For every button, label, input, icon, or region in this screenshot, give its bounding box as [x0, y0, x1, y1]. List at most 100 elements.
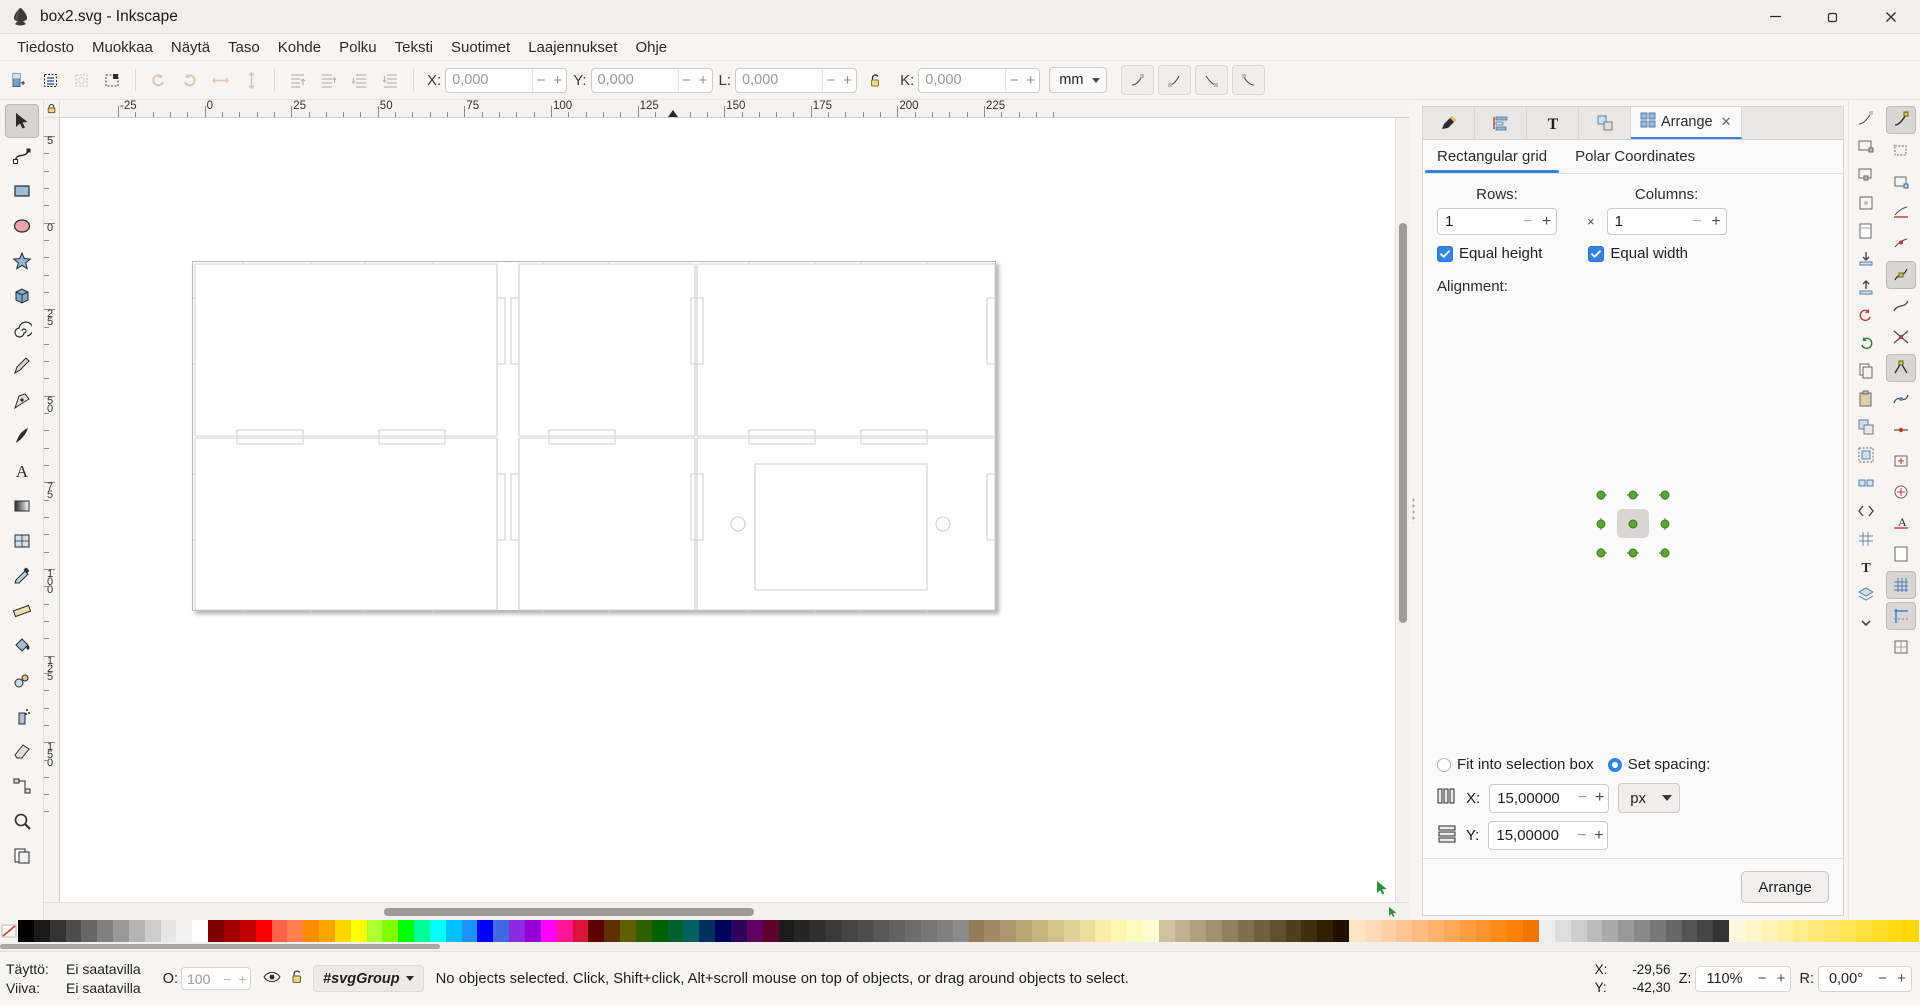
palette-swatch[interactable] [1333, 920, 1349, 942]
palette-swatch[interactable] [144, 920, 161, 942]
close-icon[interactable] [1862, 0, 1920, 34]
snap-page-border-icon[interactable] [1852, 218, 1880, 244]
palette-swatch[interactable] [97, 920, 114, 942]
anchor-middle-center[interactable] [1617, 509, 1649, 538]
palette-swatch[interactable] [445, 920, 462, 942]
palette-swatch[interactable] [857, 920, 874, 942]
palette-swatch[interactable] [429, 920, 446, 942]
x-field-decrement[interactable]: − [532, 68, 550, 92]
snap-duplicate-icon[interactable] [1852, 414, 1880, 440]
columns-input[interactable]: − + [1606, 208, 1727, 235]
palette-swatch[interactable] [730, 920, 747, 942]
snap-group-icon[interactable] [1852, 442, 1880, 468]
palette-swatch[interactable] [1855, 920, 1872, 942]
anchor-middle-left[interactable] [1585, 509, 1617, 538]
palette-swatch[interactable] [1301, 920, 1318, 942]
snap-redo-history-icon[interactable] [1852, 330, 1880, 356]
palette-swatch[interactable] [1665, 920, 1682, 942]
snap-object-center-icon[interactable] [1886, 447, 1916, 475]
tool-selector[interactable] [4, 104, 39, 138]
snap-bbox-edge-mid-icon[interactable] [1232, 65, 1266, 95]
palette-swatch[interactable] [1903, 920, 1920, 942]
palette-swatch[interactable] [509, 920, 525, 942]
unit-selector[interactable]: mm [1049, 67, 1108, 93]
dock-resize-grip[interactable] [1409, 100, 1418, 920]
snap-paste-icon[interactable] [1852, 386, 1880, 412]
palette-swatch[interactable] [1380, 920, 1397, 942]
fit-into-selection-radio[interactable]: Fit into selection box [1437, 756, 1594, 773]
flip-horizontal-icon[interactable] [205, 65, 236, 96]
horizontal-scrollbar-thumb[interactable] [384, 908, 754, 916]
palette-swatch[interactable] [1428, 920, 1444, 942]
palette-swatch[interactable] [667, 920, 684, 942]
tool-pen[interactable] [5, 384, 39, 418]
snap-smooth-node-icon[interactable] [1886, 385, 1916, 413]
snap-bbox-icon[interactable] [1886, 137, 1916, 165]
palette-swatch[interactable] [382, 920, 399, 942]
snap-bbox-icon[interactable] [1852, 106, 1880, 132]
palette-swatch[interactable] [1776, 920, 1793, 942]
palette-swatch[interactable] [81, 920, 98, 942]
snap-grid-toggle-icon[interactable] [1852, 526, 1880, 552]
raise-icon[interactable] [313, 65, 344, 96]
spacing-y-increment[interactable]: + [1590, 822, 1607, 849]
tool-mesh[interactable] [5, 524, 39, 558]
palette-swatch[interactable] [1063, 920, 1080, 942]
snap-enable-icon[interactable] [1886, 106, 1916, 134]
palette-swatch[interactable] [493, 920, 510, 942]
palette-swatch[interactable] [366, 920, 383, 942]
menu-ohje[interactable]: Ohje [626, 36, 676, 59]
x-field-increment[interactable]: + [549, 68, 567, 92]
palette-swatch[interactable] [1317, 920, 1334, 942]
horizontal-scrollbar[interactable] [44, 903, 1379, 920]
snap-rotation-center-icon[interactable] [1886, 478, 1916, 506]
select-all-icon[interactable] [4, 65, 35, 96]
palette-swatch[interactable] [1396, 920, 1413, 942]
palette-swatch[interactable] [1570, 920, 1587, 942]
spacing-x-decrement[interactable]: − [1574, 785, 1591, 812]
palette-swatch[interactable] [1808, 920, 1825, 942]
snap-grid-icon[interactable] [1886, 571, 1916, 599]
palette-swatch[interactable] [1744, 920, 1761, 942]
tool-ellipse[interactable] [5, 209, 39, 243]
eye-visible-icon[interactable] [263, 969, 281, 989]
tool-3dbox[interactable] [5, 279, 39, 313]
rows-input[interactable]: − + [1437, 208, 1557, 235]
palette-swatch[interactable] [1253, 920, 1270, 942]
palette-swatch[interactable] [604, 920, 621, 942]
tool-pencil[interactable] [5, 349, 39, 383]
palette-swatch[interactable] [128, 920, 145, 942]
spacing-x-increment[interactable]: + [1591, 785, 1608, 812]
set-spacing-radio[interactable]: Set spacing: [1607, 756, 1710, 773]
x-field[interactable]: − + [445, 67, 568, 93]
opacity-increment[interactable]: + [235, 968, 250, 989]
no-color-icon[interactable] [0, 920, 18, 942]
palette-swatch[interactable] [1364, 920, 1381, 942]
palette-swatch[interactable] [556, 920, 573, 942]
palette-swatch[interactable] [1032, 920, 1048, 942]
palette-swatch[interactable] [1222, 920, 1238, 942]
rotate-cw-icon[interactable] [174, 65, 205, 96]
palette-swatch[interactable] [1523, 920, 1539, 942]
opacity-decrement[interactable]: − [220, 968, 235, 989]
columns-decrement[interactable]: − [1688, 209, 1707, 234]
vertical-ruler[interactable]: 50255075100125150 [44, 118, 60, 902]
snap-path-intersection-icon[interactable] [1886, 323, 1916, 351]
palette-swatch[interactable] [1697, 920, 1714, 942]
menu-muokkaa[interactable]: Muokkaa [83, 36, 162, 59]
snap-layers-icon[interactable] [1852, 582, 1880, 608]
palette-swatch[interactable] [49, 920, 66, 942]
menu-nayta[interactable]: Näytä [162, 36, 219, 59]
snap-undo-history-icon[interactable] [1852, 302, 1880, 328]
snap-bbox-corner-icon[interactable] [1852, 134, 1880, 160]
columns-increment[interactable]: + [1707, 209, 1726, 234]
palette-swatch[interactable] [635, 920, 652, 942]
tool-tweak[interactable] [5, 664, 39, 698]
palette-scrollbar-thumb[interactable] [0, 944, 440, 949]
palette-swatch[interactable] [1491, 920, 1508, 942]
palette-swatch[interactable] [1539, 920, 1555, 942]
palette-swatch[interactable] [1206, 920, 1223, 942]
snap-text-toolbar-icon[interactable]: T [1852, 554, 1880, 580]
snap-text-baseline-icon[interactable]: A [1886, 509, 1916, 537]
palette-swatch[interactable] [208, 920, 224, 942]
